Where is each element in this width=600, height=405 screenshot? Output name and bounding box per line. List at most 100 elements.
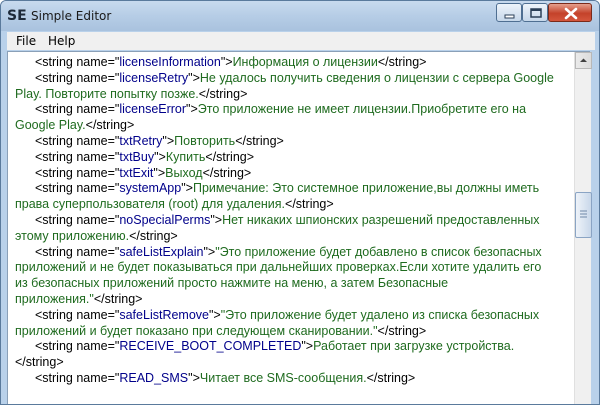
close-icon (564, 7, 578, 20)
line-key: licenseError (119, 102, 187, 117)
line-val: Не удалось получить сведения о лицензии … (199, 70, 554, 85)
line-mid: "> (154, 149, 166, 164)
text-line: <string name="RECEIVE_BOOT_COMPLETED">Ра… (15, 339, 574, 355)
line-pre: <string name=" (35, 339, 120, 354)
text-line: <string name="licenseRetry">Не удалось п… (15, 71, 574, 87)
line-key: noSpecialPerms (119, 212, 211, 227)
line-key: systemApp (119, 181, 182, 196)
line-pre: <string name=" (35, 133, 120, 148)
line-mid: "> (208, 307, 221, 322)
line-val: "Это приложение будет удалено из списка … (220, 307, 540, 322)
line-key: txtRetry (119, 133, 163, 148)
line-key: txtBuy (119, 149, 155, 164)
line-key: safeListRemove (119, 307, 209, 322)
line-post: </string> (377, 55, 427, 69)
line-mid: "> (186, 102, 198, 117)
line-post: </string> (366, 370, 416, 385)
scrollbar-thumb[interactable] (575, 191, 592, 238)
text-line: <string name="systemApp">Примечание: Это… (15, 181, 574, 197)
line-mid: "> (188, 70, 200, 85)
line-pre: <string name=" (35, 244, 120, 259)
text-area[interactable]: <string name="licenseInformation">Информ… (8, 52, 574, 404)
text-line: </string> (15, 355, 574, 371)
line-mid: "> (181, 181, 193, 196)
line-val: этому приложению. (15, 228, 130, 243)
line-post: </string> (377, 323, 427, 338)
close-button[interactable] (548, 3, 592, 22)
line-val: Информация о лицензии (232, 55, 378, 69)
line-val: Работает при загрузке устройства. (313, 339, 515, 354)
line-mid: "> (153, 165, 166, 180)
app-logo-icon: SE (7, 8, 27, 24)
text-line: <string name="licenseInformation">Информ… (15, 55, 574, 71)
text-line: <string name="txtBuy">Купить</string> (15, 150, 574, 166)
line-val: Читает все SMS-сообщения. (199, 370, 367, 385)
text-line: права суперпользователя (root) для удале… (15, 197, 574, 213)
line-post: </string> (129, 228, 178, 243)
vertical-scrollbar[interactable] (574, 52, 592, 404)
line-key: RECEIVE_BOOT_COMPLETED (119, 339, 302, 354)
text-line: приложений и будет показано при следующе… (15, 324, 574, 340)
line-val: Нет никаких шпионских разрешений предост… (222, 212, 540, 227)
maximize-icon (530, 8, 542, 18)
line-key: txtExit (119, 165, 154, 180)
text-line: <string name="txtExit">Выход</string> (15, 166, 574, 182)
line-val: Выход (165, 165, 203, 180)
menu-bar: File Help (7, 32, 595, 50)
line-val: из безопасных приложений просто нажмите … (15, 276, 449, 291)
minimize-button[interactable] (496, 3, 522, 22)
line-val: Play. Повторите попытку позже. (15, 86, 199, 101)
line-val: Это приложение не имеет лицензии.Приобре… (197, 102, 527, 117)
line-val: приложения." (15, 291, 94, 306)
line-key: licenseInformation (119, 55, 221, 69)
line-val: Google Play. (15, 118, 86, 133)
text-line: этому приложению.</string> (15, 229, 574, 245)
window-title: Simple Editor (31, 9, 112, 23)
text-line: Google Play.</string> (15, 118, 574, 134)
line-pre: <string name=" (35, 165, 120, 180)
maximize-button[interactable] (522, 3, 548, 22)
line-key: safeListExplain (119, 244, 204, 259)
line-mid: "> (210, 212, 223, 227)
editor-pane[interactable]: <string name="licenseInformation">Информ… (7, 51, 592, 404)
text-line: приложений и не будет показываться при д… (15, 260, 574, 276)
line-mid: "> (220, 55, 233, 69)
text-line: Play. Повторите попытку позже.</string> (15, 87, 574, 103)
line-mid: "> (188, 370, 200, 385)
line-pre: <string name=" (35, 370, 120, 385)
minimize-icon (504, 14, 515, 19)
line-post: </string> (15, 355, 64, 370)
line-post: </string> (205, 149, 255, 164)
menu-help[interactable]: Help (48, 32, 75, 50)
line-val: приложений и не будет показываться при д… (15, 260, 542, 275)
line-pre: <string name=" (35, 70, 120, 85)
line-pre: <string name=" (35, 102, 120, 117)
line-val: права суперпользователя (root) для удале… (15, 197, 286, 212)
line-pre: <string name=" (35, 307, 120, 322)
menu-file[interactable]: File (16, 32, 36, 50)
text-line: <string name="licenseError">Это приложен… (15, 102, 574, 118)
title-bar[interactable]: SE Simple Editor (1, 1, 599, 31)
text-line: <string name="txtRetry">Повторить</strin… (15, 134, 574, 150)
text-line: <string name="safeListExplain">"Это прил… (15, 245, 574, 261)
line-pre: <string name=" (35, 55, 120, 69)
line-val: Купить (165, 149, 206, 164)
line-post: </string> (198, 86, 248, 101)
line-pre: <string name=" (35, 181, 120, 196)
editor-window: SE Simple Editor File Help <string name=… (0, 0, 600, 405)
text-line: <string name="READ_SMS">Читает все SMS-с… (15, 371, 574, 387)
line-key: licenseRetry (119, 70, 189, 85)
line-mid: "> (203, 244, 216, 259)
line-pre: <string name=" (35, 212, 120, 227)
line-val: Примечание: Это системное приложение,вы … (192, 181, 540, 196)
line-post: </string> (285, 197, 334, 212)
text-line: <string name="noSpecialPerms">Нет никаки… (15, 213, 574, 229)
line-mid: "> (301, 339, 314, 354)
line-pre: <string name=" (35, 149, 120, 164)
line-post: </string> (85, 118, 135, 133)
line-post: </string> (235, 133, 284, 148)
text-line: <string name="safeListRemove">"Это прило… (15, 308, 574, 324)
scroll-up-button[interactable] (575, 52, 592, 69)
text-line: из безопасных приложений просто нажмите … (15, 276, 574, 292)
line-key: READ_SMS (119, 370, 189, 385)
